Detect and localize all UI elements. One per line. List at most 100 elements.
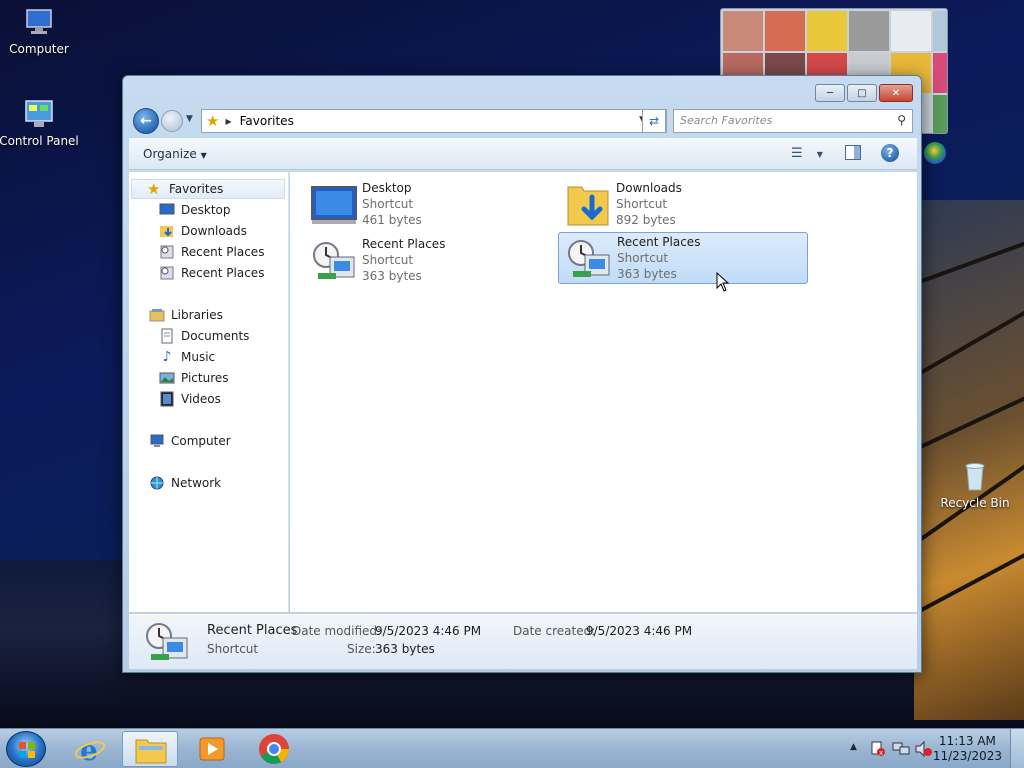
recent-places-icon <box>160 245 174 259</box>
file-item-downloads[interactable]: Downloads Shortcut 892 bytes <box>558 179 808 231</box>
action-center-icon[interactable]: x <box>870 741 886 757</box>
music-note-icon: ♪ <box>162 349 172 365</box>
desktop-icon-computer[interactable]: Computer <box>0 6 84 56</box>
nav-favorites-recent-places[interactable]: Recent Places <box>159 242 264 262</box>
taskbar-chrome[interactable] <box>246 731 302 767</box>
favorites-star-icon: ★ <box>206 112 220 130</box>
start-button[interactable] <box>6 731 46 767</box>
nav-label: Music <box>181 350 216 364</box>
nav-label: Recent Places <box>181 266 265 280</box>
nav-favorites-desktop[interactable]: Desktop <box>159 200 231 220</box>
desktop-icon-recycle-bin[interactable]: Recycle Bin <box>930 460 1020 510</box>
preview-pane-button[interactable] <box>845 145 861 160</box>
refresh-icon: ⇄ <box>648 114 660 128</box>
computer-icon <box>26 9 52 34</box>
recent-pages-chevron-icon[interactable]: ▼ <box>186 114 193 124</box>
clock-date: 11/23/2023 <box>932 749 1002 763</box>
taskbar-windows-explorer[interactable] <box>122 731 178 767</box>
search-icon[interactable]: ⚲ <box>897 113 906 127</box>
help-button[interactable]: ? <box>881 144 899 162</box>
file-item-desktop[interactable]: Desktop Shortcut 461 bytes <box>304 179 554 231</box>
pictures-icon <box>159 372 175 384</box>
help-icon: ? <box>886 146 894 160</box>
nav-favorites-downloads[interactable]: Downloads <box>159 221 247 241</box>
chevron-down-icon: ▼ <box>816 150 823 159</box>
show-hidden-icons-chevron-icon[interactable]: ▲ <box>850 742 857 752</box>
nav-label: Computer <box>171 434 231 448</box>
svg-text:x: x <box>879 749 883 757</box>
nav-libraries-documents[interactable]: Documents <box>159 326 249 346</box>
volume-muted-icon[interactable] <box>914 741 932 757</box>
address-bar[interactable]: ★ ▶ Favorites ▼ <box>201 109 667 133</box>
file-list: Desktop Shortcut 461 bytes Downloads Sho… <box>290 172 917 612</box>
desktop-icon-label: Control Panel <box>0 134 79 148</box>
notification-area: ▲ x 11:13 AM 11/23/2023 <box>834 729 1024 768</box>
svg-text:e: e <box>80 734 98 764</box>
file-item-recent-places[interactable]: Recent Places Shortcut 363 bytes <box>304 235 554 287</box>
organize-button[interactable]: Organize ▼ <box>143 147 207 161</box>
windows-orb-icon <box>924 142 946 164</box>
clock-time: 11:13 AM <box>938 734 996 748</box>
nav-label: Documents <box>181 329 250 343</box>
nav-favorites-recent-places-2[interactable]: Recent Places <box>159 263 264 283</box>
recycle-bin-icon <box>965 463 985 491</box>
details-file-name: Recent Places <box>207 623 298 638</box>
file-name: Downloads <box>616 181 682 195</box>
file-type: Shortcut <box>617 251 669 265</box>
network-tray-icon[interactable] <box>892 741 910 757</box>
breadcrumb-location[interactable]: Favorites <box>240 114 294 128</box>
recent-places-icon <box>313 242 355 279</box>
details-size-label: Size: <box>347 642 376 656</box>
forward-button[interactable] <box>161 110 183 132</box>
navigation-pane: ★ Favorites Desktop Downloads Recent Pla… <box>129 172 289 612</box>
maximize-button[interactable]: □ <box>847 84 877 102</box>
windows-logo-icon <box>19 742 35 758</box>
recent-places-icon <box>160 266 174 280</box>
windows-explorer-icon <box>135 739 167 764</box>
nav-label: Recent Places <box>181 245 265 259</box>
nav-network[interactable]: Network <box>149 473 221 493</box>
taskbar-media-player[interactable] <box>184 731 240 767</box>
organize-label: Organize <box>143 147 197 161</box>
back-button[interactable]: ← <box>133 108 159 134</box>
file-size: 363 bytes <box>362 269 422 283</box>
taskbar-internet-explorer[interactable]: e <box>62 731 118 767</box>
file-item-recent-places-selected[interactable]: Recent Places Shortcut 363 bytes <box>558 232 808 284</box>
desktop-icon-control-panel[interactable]: Control Panel <box>0 98 84 148</box>
search-input[interactable]: Search Favorites ⚲ <box>673 109 913 133</box>
videos-icon <box>160 391 174 407</box>
nav-libraries-music[interactable]: ♪ Music <box>159 347 216 367</box>
minimize-button[interactable]: ─ <box>815 84 845 102</box>
chevron-down-icon: ▼ <box>200 151 207 160</box>
nav-label: Pictures <box>181 371 229 385</box>
nav-libraries[interactable]: Libraries <box>149 305 223 325</box>
downloads-icon <box>160 226 173 237</box>
window-controls: ─ □ ✕ <box>815 84 913 102</box>
control-panel-icon <box>25 100 53 127</box>
nav-libraries-videos[interactable]: Videos <box>159 389 221 409</box>
show-desktop-button[interactable] <box>1010 729 1024 768</box>
taskbar: e ▲ x 11:13 AM 11/23/2023 <box>0 728 1024 768</box>
recent-places-icon <box>146 623 188 660</box>
file-name: Recent Places <box>362 237 446 251</box>
explorer-window: ─ □ ✕ ← ▼ ★ ▶ Favorites ▼ ⇄ Search Favor… <box>122 75 922 673</box>
change-view-button[interactable]: ☰ ▼ <box>791 146 823 161</box>
refresh-button[interactable]: ⇄ <box>642 109 666 133</box>
nav-label: Network <box>171 476 222 490</box>
file-size: 363 bytes <box>617 267 677 281</box>
clock[interactable]: 11:13 AM 11/23/2023 <box>933 734 1002 764</box>
file-type: Shortcut <box>616 197 668 211</box>
file-type: Shortcut <box>362 197 414 211</box>
details-date-modified: 9/5/2023 4:46 PM <box>375 624 482 638</box>
close-button[interactable]: ✕ <box>879 84 913 102</box>
breadcrumb-arrow-icon[interactable]: ▶ <box>225 117 231 126</box>
nav-label: Desktop <box>181 203 231 217</box>
file-type: Shortcut <box>362 253 414 267</box>
nav-label: Downloads <box>181 224 247 238</box>
nav-favorites[interactable]: ★ Favorites <box>131 179 285 199</box>
file-name: Desktop <box>362 181 412 195</box>
nav-computer[interactable]: Computer <box>149 431 231 451</box>
nav-libraries-pictures[interactable]: Pictures <box>159 368 229 388</box>
title-bar[interactable]: ─ □ ✕ <box>123 76 921 106</box>
arrow-left-icon: ← <box>140 113 152 129</box>
